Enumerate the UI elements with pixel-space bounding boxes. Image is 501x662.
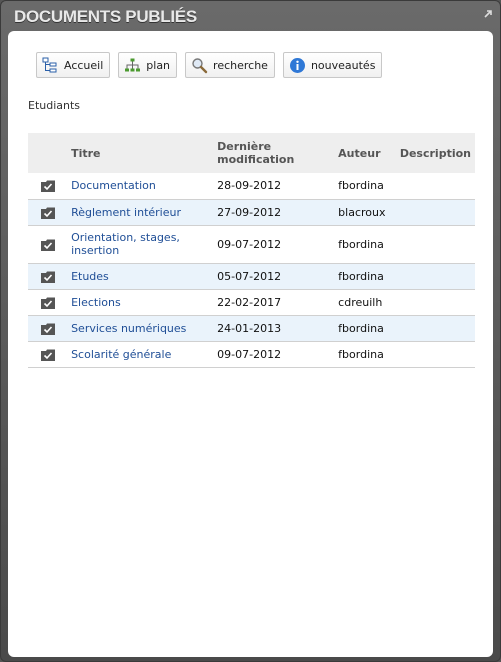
header-title[interactable]: Titre [67, 133, 213, 173]
author-cell: fbordina [334, 315, 396, 342]
folder-cell [28, 263, 68, 290]
header-author[interactable]: Auteur [334, 133, 396, 173]
document-link[interactable]: Documentation [71, 179, 156, 192]
folder-cell [28, 315, 68, 342]
folder-cell [28, 225, 68, 264]
sitemap-tree-icon [42, 57, 57, 72]
document-title-cell: Elections [67, 289, 214, 316]
search-icon [192, 57, 208, 73]
table-header-row: Titre Dernière modification Auteur Descr… [28, 133, 475, 173]
folder-check-icon [40, 297, 55, 309]
folder-cell [28, 173, 68, 200]
maximize-icon[interactable] [482, 8, 494, 20]
modified-cell: 09-07-2012 [213, 225, 335, 264]
description-cell [395, 173, 475, 200]
modified-cell: 27-09-2012 [213, 199, 335, 226]
table-row: Règlement intérieur 27-09-2012 blacroux [28, 199, 475, 226]
header-icon-column [28, 133, 67, 173]
document-link[interactable]: Etudes [71, 270, 109, 283]
search-button-label: recherche [213, 58, 268, 72]
table-row: Documentation 28-09-2012 fbordina [28, 173, 475, 200]
folder-check-icon [40, 271, 55, 283]
home-button[interactable]: Accueil [36, 52, 111, 78]
documents-portlet: DOCUMENTS PUBLIÉS Accueil plan recherche… [0, 0, 501, 662]
author-cell: fbordina [334, 225, 396, 264]
description-cell [395, 199, 475, 226]
table-row: Scolarité générale 09-07-2012 fbordina [28, 341, 475, 368]
modified-cell: 28-09-2012 [213, 173, 335, 200]
table-row: Orientation, stages, insertion 09-07-201… [28, 225, 475, 264]
document-title-cell: Services numériques [67, 315, 214, 342]
nav-toolbar: Accueil plan recherche nouveautés [36, 52, 383, 78]
description-cell [395, 341, 475, 368]
modified-cell: 22-02-2017 [213, 289, 335, 316]
folder-cell [28, 199, 68, 226]
info-icon [289, 57, 305, 73]
author-cell: fbordina [334, 173, 396, 200]
header-description[interactable]: Description [396, 133, 475, 173]
author-cell: cdreuilh [334, 289, 396, 316]
document-link[interactable]: Services numériques [71, 322, 186, 335]
folder-check-icon [40, 207, 55, 219]
folder-check-icon [40, 349, 55, 361]
header-modified[interactable]: Dernière modification [213, 133, 334, 173]
plan-button[interactable]: plan [118, 52, 178, 78]
description-cell [395, 315, 475, 342]
author-cell: fbordina [334, 341, 396, 368]
section-label: Etudiants [28, 99, 81, 112]
news-button-label: nouveautés [310, 58, 376, 72]
author-cell: blacroux [334, 199, 396, 226]
home-button-label: Accueil [64, 58, 104, 72]
portlet-content: Accueil plan recherche nouveautés Etudia… [8, 31, 493, 657]
table-row: Etudes 05-07-2012 fbordina [28, 263, 475, 290]
folder-check-icon [40, 323, 55, 335]
description-cell [395, 289, 475, 316]
portlet-header: DOCUMENTS PUBLIÉS [1, 1, 501, 31]
description-cell [395, 263, 475, 290]
table-row: Elections 22-02-2017 cdreuilh [28, 289, 475, 316]
plan-button-label: plan [146, 58, 171, 72]
author-cell: fbordina [334, 263, 396, 290]
search-button[interactable]: recherche [185, 52, 275, 78]
modified-cell: 09-07-2012 [213, 341, 335, 368]
document-link[interactable]: Elections [71, 296, 121, 309]
modified-cell: 05-07-2012 [213, 263, 335, 290]
folder-check-icon [40, 180, 55, 193]
folder-cell [28, 341, 68, 368]
folder-cell [28, 289, 68, 316]
document-title-cell: Règlement intérieur [67, 199, 214, 226]
table-row: Services numériques 24-01-2013 fbordina [28, 315, 475, 342]
documents-table: Titre Dernière modification Auteur Descr… [28, 133, 475, 368]
modified-cell: 24-01-2013 [213, 315, 335, 342]
folder-check-icon [40, 239, 55, 251]
document-title-cell: Scolarité générale [67, 341, 214, 368]
portlet-title: DOCUMENTS PUBLIÉS [14, 7, 197, 26]
document-link[interactable]: Scolarité générale [71, 348, 171, 361]
news-button[interactable]: nouveautés [282, 52, 383, 78]
document-link[interactable]: Orientation, stages, insertion [71, 231, 180, 257]
description-cell [395, 225, 475, 264]
document-title-cell: Documentation [67, 173, 214, 200]
document-link[interactable]: Règlement intérieur [71, 206, 181, 219]
document-title-cell: Orientation, stages, insertion [67, 225, 214, 264]
document-title-cell: Etudes [67, 263, 214, 290]
org-chart-icon [125, 58, 141, 71]
